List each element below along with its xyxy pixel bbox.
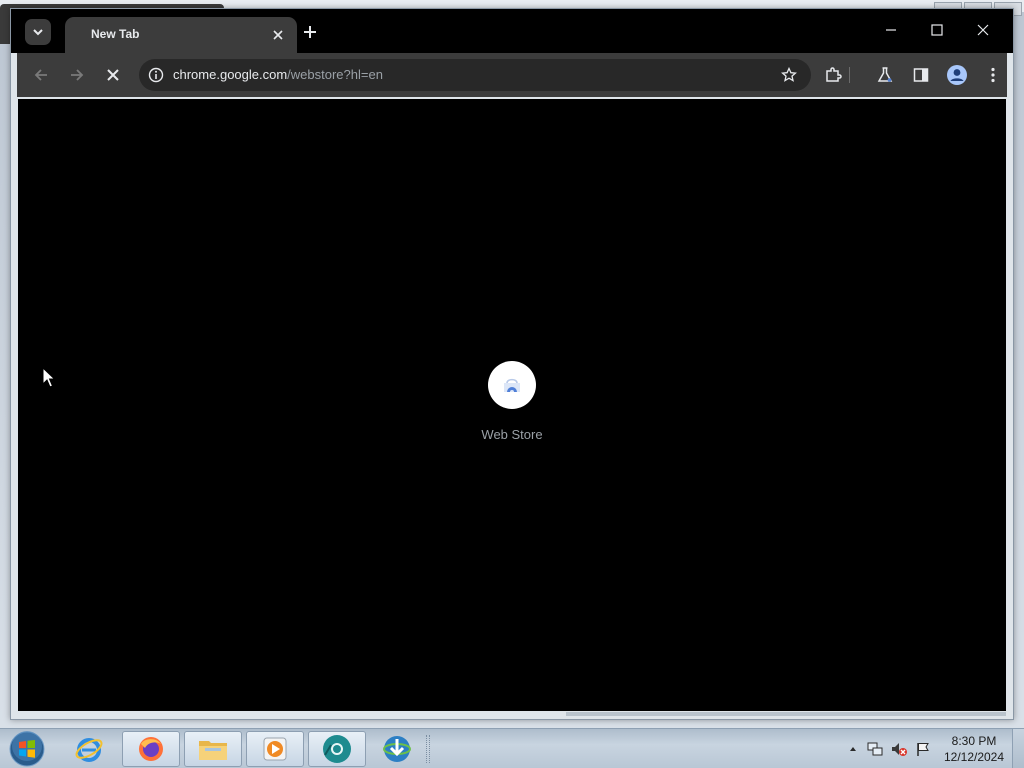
stop-icon [107,69,119,81]
chrome-icon [323,735,351,763]
network-icon [867,742,883,756]
web-store-logo [488,361,536,409]
page-content: Web Store [18,99,1006,711]
horizontal-scrollbar[interactable] [18,711,1006,717]
minimize-button[interactable] [877,17,905,43]
chevron-down-icon [33,29,43,36]
close-icon [273,30,283,40]
web-store-icon [504,378,520,392]
media-player-icon [263,737,287,761]
star-icon [781,67,797,82]
volume-muted-icon [892,743,907,756]
tab-title: New Tab [91,27,140,41]
tab-close-button[interactable] [269,26,287,44]
internet-explorer-icon [75,738,103,762]
action-center-button[interactable] [914,740,932,758]
taskbar-chrome[interactable] [308,731,366,767]
address-url[interactable]: chrome.google.com/webstore?hl=en [173,67,383,82]
file-explorer-icon [199,741,227,760]
maximize-button[interactable] [923,17,951,43]
site-info-button[interactable] [147,66,165,84]
taskbar: 8:30 PM 12/12/2024 [0,728,1024,768]
taskbar-media-player[interactable] [246,731,304,767]
splash-label: Web Store [481,427,543,442]
minimize-icon [886,29,896,31]
chevron-up-icon [850,747,856,751]
new-tab-button[interactable] [299,21,321,43]
show-hidden-icons-button[interactable] [844,740,862,758]
taskbar-grip [426,735,430,763]
windows-start-icon [9,731,45,767]
system-tray: 8:30 PM 12/12/2024 [842,729,1024,768]
arrow-left-icon [34,69,47,81]
network-tray-button[interactable] [866,740,884,758]
show-desktop-button[interactable] [1012,729,1024,768]
profile-button[interactable] [943,61,971,89]
side-panel-icon [913,68,929,82]
clock-time[interactable]: 8:30 PM [942,734,1006,748]
kebab-menu-icon [991,67,995,83]
clock-date[interactable]: 12/12/2024 [940,750,1008,764]
back-button[interactable] [27,61,55,89]
taskbar-firefox[interactable] [122,731,180,767]
scrollbar-thumb[interactable] [566,712,1006,716]
toolbar-separator [849,67,850,83]
address-host: chrome.google.com [173,67,288,82]
arrow-right-icon [71,69,84,81]
browser-window: New Tab chrome.google.com/webstore?hl=en… [10,8,1014,720]
title-bar: New Tab [11,9,1013,53]
firefox-icon [139,737,163,761]
labs-button[interactable] [871,61,899,89]
info-icon [148,67,164,83]
tab-search-button[interactable] [25,19,51,45]
maximize-icon [931,24,943,36]
extensions-button[interactable] [819,61,847,89]
taskbar-file-explorer[interactable] [184,731,242,767]
volume-tray-button[interactable] [890,740,908,758]
stop-loading-button[interactable] [99,61,127,89]
close-window-button[interactable] [969,17,997,43]
puzzle-icon [826,67,842,82]
flag-icon [917,743,929,756]
download-manager-icon [383,736,411,762]
address-path: /webstore?hl=en [287,67,383,82]
plus-icon [304,26,316,38]
close-icon [977,24,989,36]
mouse-cursor-icon [42,367,56,388]
tab-new-tab[interactable]: New Tab [65,17,297,53]
taskbar-download-manager[interactable] [368,731,426,767]
forward-button[interactable] [63,61,91,89]
address-bar[interactable]: chrome.google.com/webstore?hl=en [139,59,811,91]
flask-icon [877,67,893,82]
start-button[interactable] [6,731,48,767]
taskbar-internet-explorer[interactable] [60,731,118,767]
profile-icon [947,65,967,85]
side-panel-button[interactable] [907,61,935,89]
browser-toolbar: chrome.google.com/webstore?hl=en [17,53,1007,97]
bookmark-star-button[interactable] [779,65,799,85]
browser-menu-button[interactable] [979,61,1007,89]
